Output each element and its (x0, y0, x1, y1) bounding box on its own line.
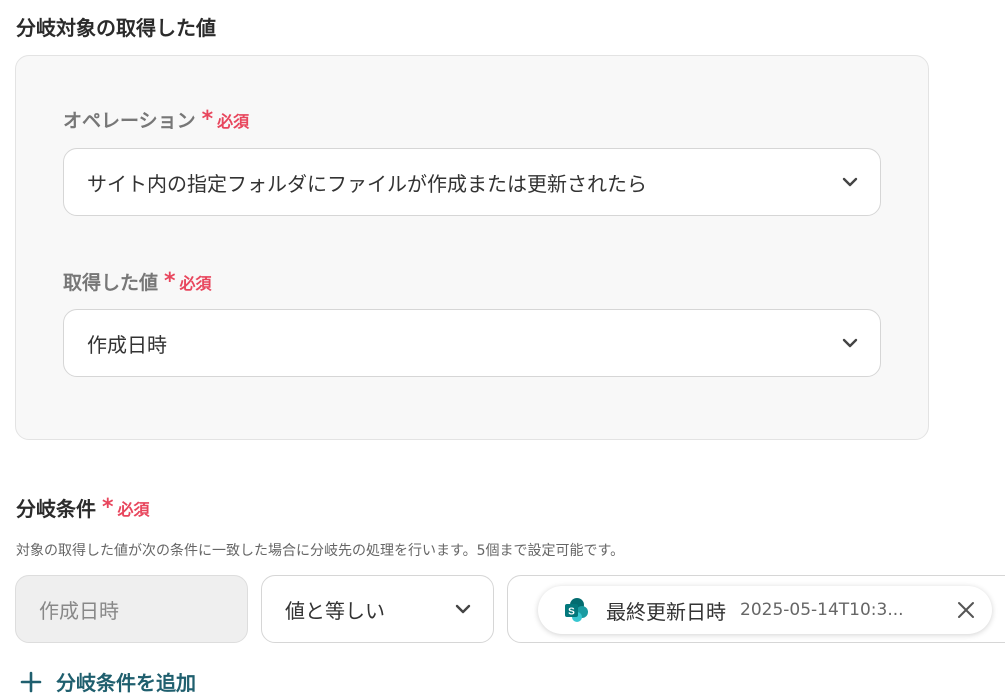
condition-title: 分岐条件 (16, 497, 96, 521)
chevron-down-icon (842, 338, 858, 348)
required-star: * (102, 494, 114, 520)
svg-text:S: S (568, 607, 575, 618)
acquired-value-select[interactable]: 作成日時 (63, 309, 881, 377)
acquired-value-select-value: 作成日時 (87, 332, 167, 357)
required-text: 必須 (179, 273, 212, 293)
chip-label: 最終更新日時 (606, 599, 726, 624)
operation-label: オペレーション (63, 110, 196, 132)
condition-field-readonly: 作成日時 (15, 575, 248, 643)
condition-operator-select[interactable]: 値と等しい (261, 575, 494, 643)
value-chip[interactable]: S 最終更新日時 2025-05-14T10:3... (538, 586, 992, 634)
chevron-down-icon (842, 177, 858, 187)
condition-description: 対象の取得した値が次の条件に一致した場合に分岐先の処理を行います。5個まで設定可… (16, 543, 625, 559)
chip-value: 2025-05-14T10:3... (740, 600, 904, 620)
condition-operator-value: 値と等しい (285, 598, 385, 623)
close-icon[interactable] (956, 600, 976, 620)
section-title: 分岐対象の取得した値 (16, 16, 216, 40)
operation-label-row: オペレーション * 必須 (63, 106, 249, 133)
branch-settings-page: 分岐対象の取得した値 オペレーション * 必須 サイト内の指定フォルダにファイル… (0, 0, 1005, 700)
add-condition-label: 分岐条件を追加 (56, 671, 196, 695)
required-text: 必須 (117, 499, 150, 519)
required-star: * (201, 106, 214, 132)
operation-select[interactable]: サイト内の指定フォルダにファイルが作成または更新されたら (63, 148, 881, 216)
condition-title-row: 分岐条件 * 必須 (16, 493, 150, 522)
required-text: 必須 (217, 111, 250, 131)
operation-select-value: サイト内の指定フォルダにファイルが作成または更新されたら (87, 171, 647, 196)
plus-icon (20, 671, 42, 692)
required-star: * (164, 268, 176, 294)
target-value-panel: オペレーション * 必須 サイト内の指定フォルダにファイルが作成または更新された… (15, 55, 929, 440)
sharepoint-icon: S (565, 598, 588, 622)
condition-value-input[interactable]: S 最終更新日時 2025-05-14T10:3... (507, 575, 1005, 643)
acquired-value-label-row: 取得した値 * 必須 (63, 268, 212, 295)
chevron-down-icon (455, 604, 471, 614)
condition-field-value: 作成日時 (39, 598, 119, 623)
add-condition-button[interactable]: 分岐条件を追加 (20, 667, 196, 696)
acquired-value-label: 取得した値 (63, 272, 159, 294)
